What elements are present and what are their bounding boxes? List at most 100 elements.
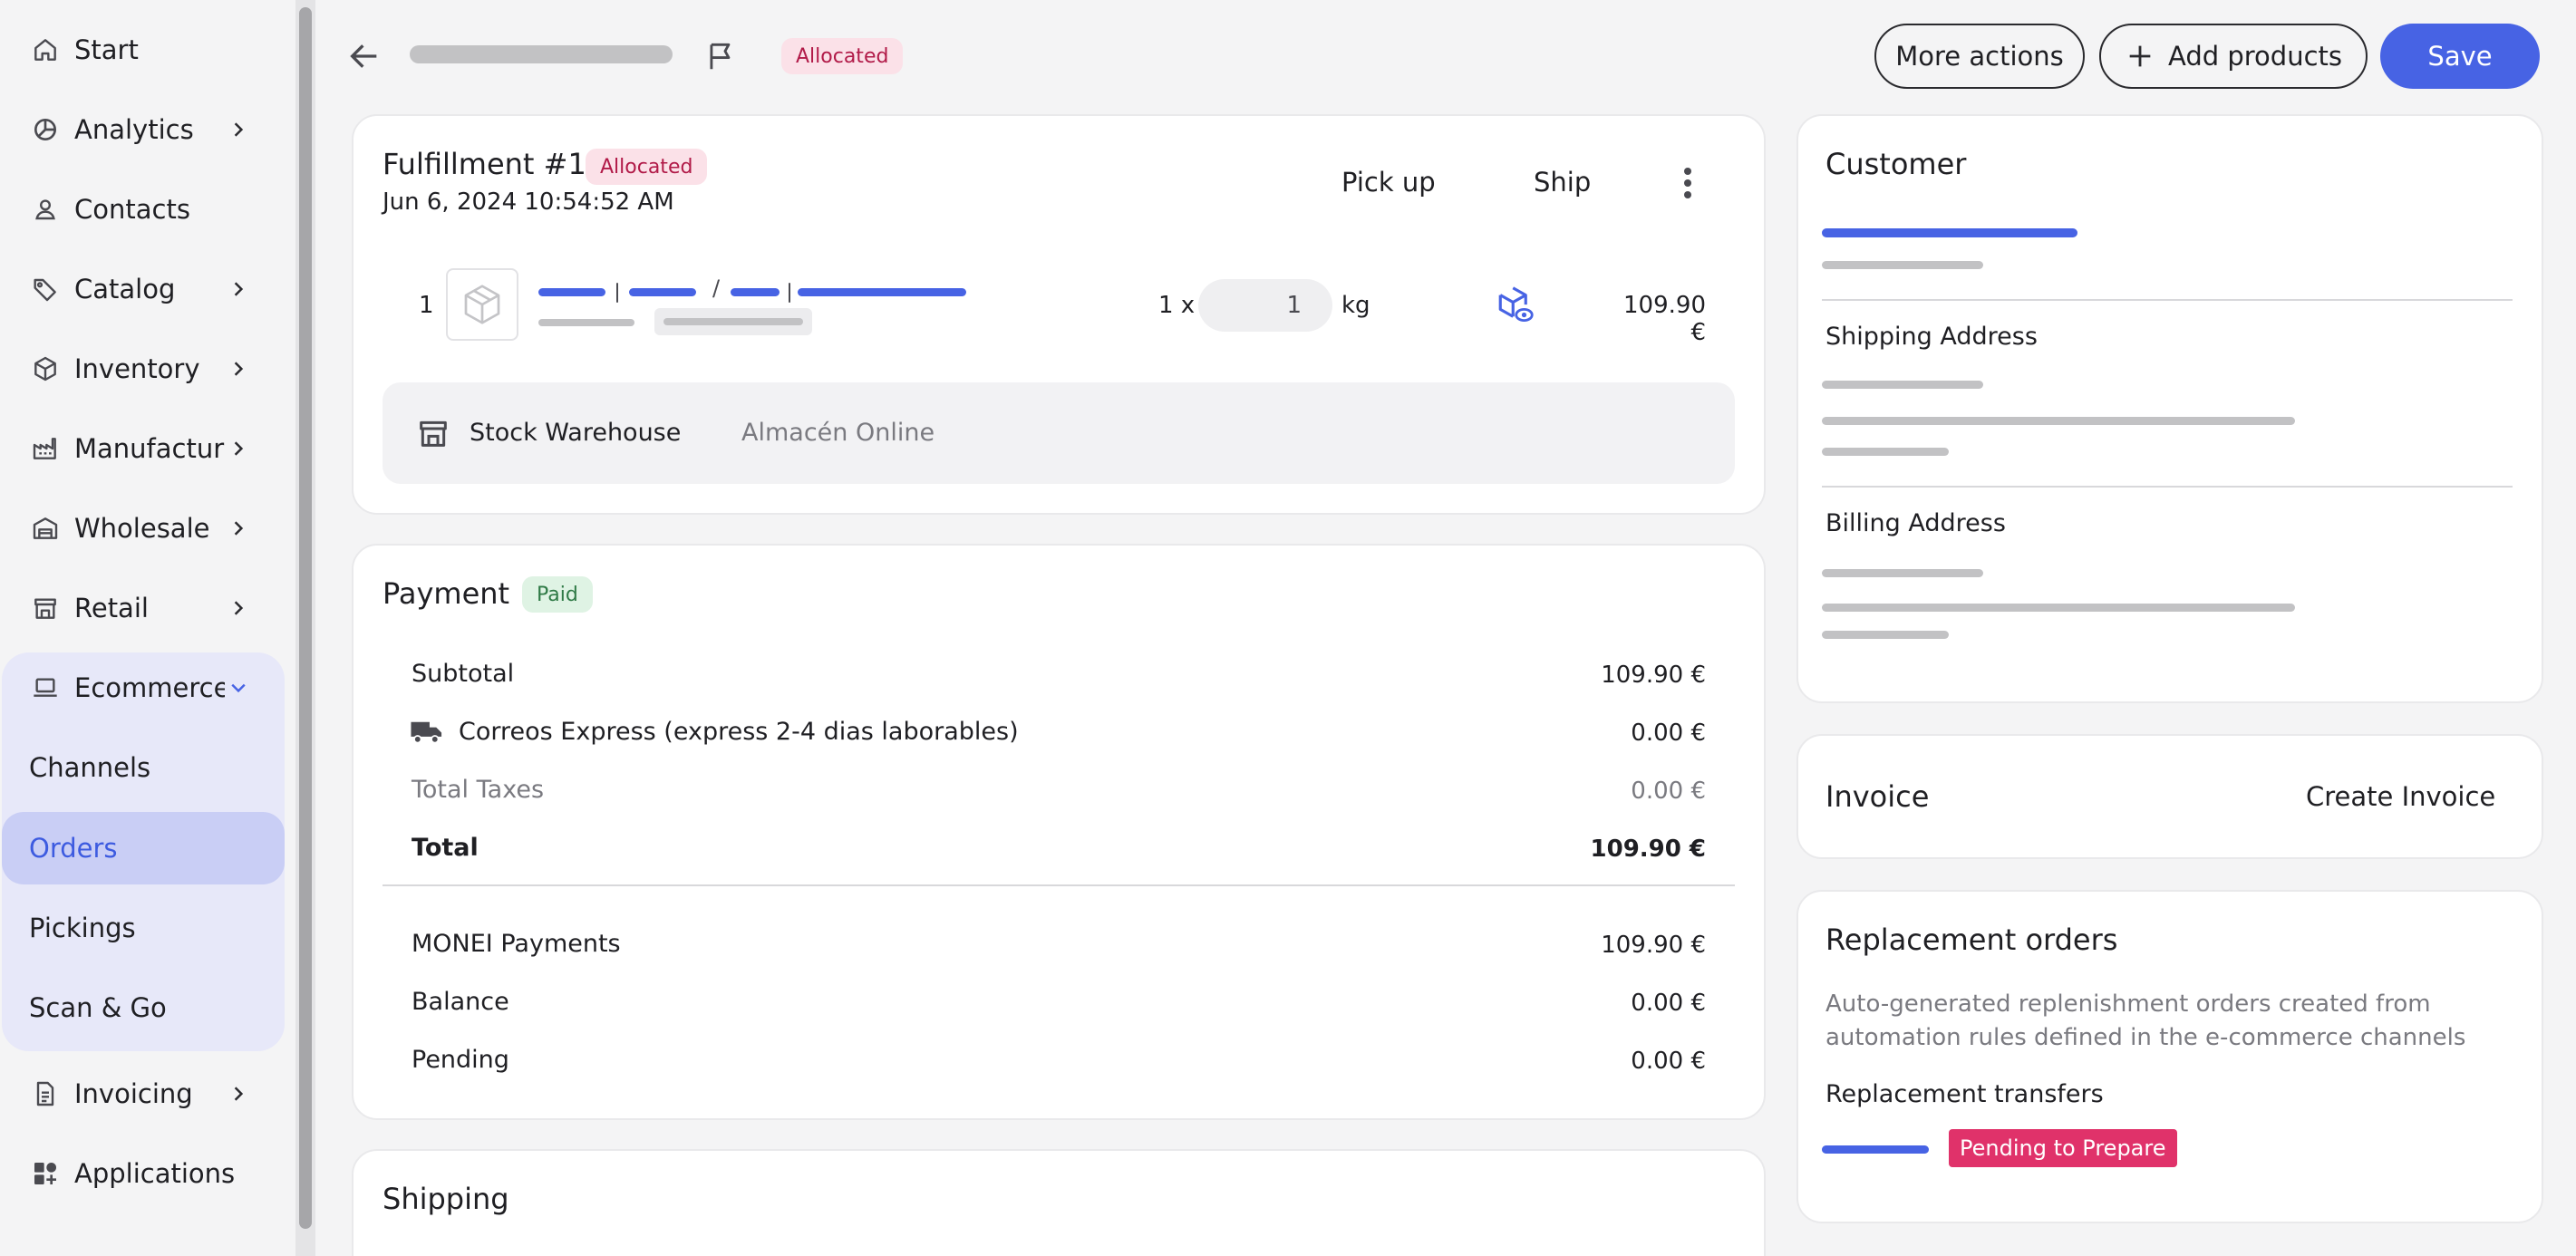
sidebar-item-manufacturing[interactable]: Manufacturing — [0, 409, 285, 488]
sidebar-item-applications[interactable]: Applications — [0, 1134, 285, 1213]
apps-icon — [29, 1157, 62, 1190]
plus-icon — [2129, 45, 2151, 67]
separator — [616, 283, 618, 303]
sidebar-item-ecommerce[interactable]: Ecommerce — [0, 648, 285, 728]
balance-label: Balance — [412, 988, 509, 1016]
package-eye-icon — [1498, 286, 1534, 323]
replacement-description: Auto-generated replenishment orders crea… — [1825, 990, 2466, 1051]
store-icon — [29, 592, 62, 624]
sidebar-item-label: Ecommerce — [74, 672, 225, 703]
sidebar-item-start[interactable]: Start — [0, 10, 285, 90]
more-actions-button[interactable]: More actions — [1874, 24, 2085, 89]
back-button[interactable] — [344, 36, 384, 76]
total-taxes-value: 0.00 € — [1631, 778, 1706, 805]
product-ref-placeholder — [538, 319, 634, 326]
package-icon — [464, 285, 500, 324]
sidebar-item-invoicing[interactable]: Invoicing — [0, 1054, 285, 1134]
subtotal-label: Subtotal — [412, 660, 515, 688]
sidebar-item-contacts[interactable]: Contacts — [0, 169, 285, 249]
sidebar-item-catalog[interactable]: Catalog — [0, 249, 285, 329]
total-taxes-label: Total Taxes — [412, 776, 545, 804]
pick-up-button[interactable]: Pick up — [1341, 167, 1436, 198]
sidebar-sub-channels[interactable]: Channels — [2, 731, 285, 804]
save-button[interactable]: Save — [2380, 24, 2540, 89]
sidebar-sub-orders[interactable]: Orders — [2, 812, 285, 884]
add-products-button[interactable]: Add products — [2099, 24, 2368, 89]
laptop-icon — [29, 671, 62, 704]
sidebar-item-label: Applications — [74, 1158, 236, 1189]
sidebar-sub-scan-go[interactable]: Scan & Go — [2, 971, 285, 1044]
sidebar-item-label: Invoicing — [74, 1078, 193, 1109]
separator-slash: / — [712, 275, 721, 301]
invoice-title: Invoice — [1825, 779, 1930, 814]
shipping-method-label: Correos Express (express 2-4 dias labora… — [459, 718, 1019, 746]
customer-divider — [1822, 486, 2513, 488]
billing-address-line — [1822, 604, 2295, 612]
tag-icon — [29, 273, 62, 305]
sidebar-item-label: Inventory — [74, 353, 200, 384]
shipping-title: Shipping — [383, 1182, 509, 1216]
chevron-down-icon — [225, 680, 252, 696]
line-index: 1 — [419, 292, 434, 319]
truck-icon — [410, 718, 446, 747]
separator — [789, 283, 790, 303]
payment-status-badge: Paid — [522, 576, 593, 613]
warehouse-label: Stock Warehouse — [470, 419, 682, 447]
store-icon — [415, 415, 451, 451]
warehouse-value: Almacén Online — [741, 419, 935, 447]
sidebar-item-label: Analytics — [74, 114, 194, 145]
sidebar-item-wholesale[interactable]: Wholesale — [0, 488, 285, 568]
chevron-right-icon — [225, 281, 252, 297]
unit-label: kg — [1341, 292, 1370, 319]
product-option-placeholder[interactable] — [731, 288, 780, 296]
monei-value: 109.90 € — [1601, 932, 1706, 959]
flag-button[interactable] — [702, 36, 741, 76]
sidebar-item-analytics[interactable]: Analytics — [0, 90, 285, 169]
product-variant-placeholder[interactable] — [629, 288, 696, 296]
product-sku-placeholder[interactable] — [798, 288, 966, 296]
add-products-label: Add products — [2167, 41, 2342, 72]
fulfillment-date: Jun 6, 2024 10:54:52 AM — [383, 188, 674, 216]
more-vertical-icon — [1684, 168, 1691, 198]
replacement-title: Replacement orders — [1825, 923, 2118, 957]
order-title-placeholder — [410, 45, 673, 63]
billing-address-line — [1822, 569, 1983, 577]
stock-view-button[interactable] — [1496, 285, 1534, 326]
fulfillment-menu-button[interactable] — [1671, 163, 1704, 203]
shipping-address-line — [1822, 448, 1949, 456]
transfer-status-badge: Pending to Prepare — [1949, 1129, 2177, 1167]
product-thumbnail[interactable] — [446, 268, 518, 341]
transfer-ref-placeholder[interactable] — [1822, 1145, 1929, 1154]
sidebar-item-retail[interactable]: Retail — [0, 568, 285, 648]
payment-title: Payment — [383, 576, 510, 611]
fulfillment-status-badge: Allocated — [586, 149, 708, 185]
analytics-icon — [29, 113, 62, 146]
payment-card — [352, 544, 1766, 1120]
sidebar-item-label: Wholesale — [74, 513, 210, 544]
sidebar-item-label: Retail — [74, 593, 149, 623]
sidebar-sub-pickings[interactable]: Pickings — [2, 892, 285, 964]
sidebar: Start Analytics Contacts Catalog Invento… — [0, 0, 292, 1256]
box-icon — [29, 353, 62, 385]
quantity-input[interactable] — [1198, 279, 1332, 332]
balance-value: 0.00 € — [1631, 990, 1706, 1017]
customer-title: Customer — [1825, 147, 1967, 181]
shipping-address-title: Shipping Address — [1825, 323, 2038, 351]
monei-label: MONEI Payments — [412, 930, 621, 958]
product-name-placeholder[interactable] — [538, 288, 605, 296]
shipping-address-line — [1822, 381, 1983, 389]
sidebar-item-inventory[interactable]: Inventory — [0, 329, 285, 409]
ship-button[interactable]: Ship — [1534, 167, 1591, 198]
sidebar-item-label: Start — [74, 34, 139, 65]
flag-icon — [710, 43, 731, 70]
total-label: Total — [412, 834, 479, 862]
customer-name-placeholder[interactable] — [1822, 228, 2077, 237]
shipping-address-line — [1822, 417, 2295, 425]
total-value: 109.90 € — [1590, 836, 1706, 863]
create-invoice-button[interactable]: Create Invoice — [2306, 781, 2495, 812]
shipping-method-value: 0.00 € — [1631, 720, 1706, 747]
factory-icon — [29, 432, 62, 465]
sidebar-scrollbar-thumb[interactable] — [299, 7, 312, 1229]
qty-prefix: 1 x — [1158, 292, 1196, 319]
order-status-badge: Allocated — [781, 38, 904, 74]
